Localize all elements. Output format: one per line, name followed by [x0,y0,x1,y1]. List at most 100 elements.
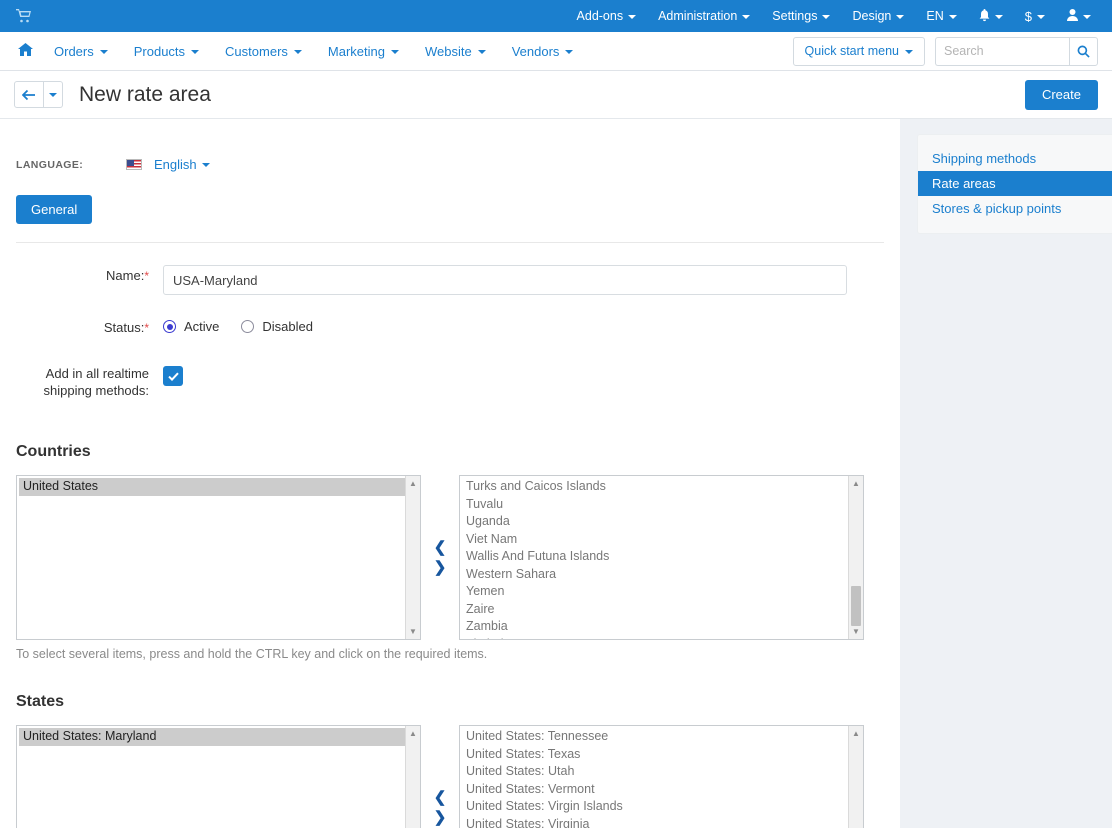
scroll-up-icon[interactable]: ▲ [849,726,863,741]
tab-bar: General [16,195,884,224]
scroll-down-icon[interactable]: ▼ [406,624,420,639]
list-item[interactable]: United States: Maryland [19,728,418,746]
nav-item-orders[interactable]: Orders [41,32,121,71]
home-icon[interactable] [10,43,41,59]
chevron-down-icon [742,14,751,19]
list-item[interactable]: Tuvalu [460,496,863,514]
states-selected-listbox[interactable]: United States: Maryland ▲ ▼ [16,725,421,828]
topbar-currency[interactable]: $ [1014,0,1056,32]
list-item[interactable]: United States: Vermont [460,781,863,799]
bell-icon [979,8,990,24]
search-input[interactable] [935,36,1069,66]
chevron-left-icon[interactable]: ❮ [434,539,447,556]
countries-hint: To select several items, press and hold … [16,647,488,661]
topbar-user-account[interactable] [1056,0,1102,32]
nav-item-products[interactable]: Products [121,32,212,71]
language-label: LANGUAGE: [16,158,84,171]
scroll-up-icon[interactable]: ▲ [849,476,863,491]
back-button-group [14,81,63,108]
nav-item-label: Website [424,43,472,59]
sidebar-item-stores-pickup-points[interactable]: Stores & pickup points [918,196,1112,221]
realtime-label: Add in all realtime shipping methods: [43,366,149,398]
chevron-down-icon [905,49,913,54]
scroll-up-icon[interactable]: ▲ [406,476,420,491]
topbar-menu-addons[interactable]: Add-ons [566,0,648,32]
states-selected-scrollbar[interactable]: ▲ ▼ [405,726,420,828]
countries-available-listbox[interactable]: Turks and Caicos Islands Tuvalu Uganda V… [459,475,864,640]
topbar-menu-administration[interactable]: Administration [647,0,761,32]
nav-item-marketing[interactable]: Marketing [315,32,412,71]
status-radio-active[interactable] [163,320,176,333]
chevron-down-icon [477,49,486,54]
sidebar-item-shipping-methods[interactable]: Shipping methods [918,146,1112,171]
list-item[interactable]: United States: Utah [460,763,863,781]
countries-selected-scrollbar[interactable]: ▲ ▼ [405,476,420,639]
name-label-text: Name: [106,268,145,283]
list-item[interactable]: Wallis And Futuna Islands [460,548,863,566]
list-item[interactable]: United States: Tennessee [460,728,863,746]
nav-item-vendors[interactable]: Vendors [499,32,587,71]
list-item[interactable]: United States [19,478,418,496]
chevron-down-icon [390,49,399,54]
nav-item-website[interactable]: Website [412,32,499,71]
nav-item-label: Customers [225,43,288,59]
shopping-cart-icon[interactable] [10,9,36,23]
chevron-down-icon [1083,14,1091,19]
top-bar: Add-ons Administration Settings Design E… [0,0,1112,32]
scroll-down-icon[interactable]: ▼ [849,624,863,639]
status-radio-group: Active Disabled [163,317,327,334]
right-column: Shipping methods Rate areas Stores & pic… [900,119,1112,828]
realtime-checkbox[interactable] [163,366,183,386]
countries-available-scrollbar[interactable]: ▲ ▼ [848,476,863,639]
list-item[interactable]: Turks and Caicos Islands [460,478,863,496]
quick-start-menu-button[interactable]: Quick start menu [792,36,925,66]
back-dropdown-button[interactable] [44,81,63,108]
create-button[interactable]: Create [1024,79,1098,110]
chevron-down-icon [293,49,302,54]
tab-general[interactable]: General [16,195,93,224]
chevron-down-icon [99,49,108,54]
language-value: English [154,157,197,172]
required-marker: * [144,321,149,335]
chevron-left-icon[interactable]: ❮ [434,789,447,806]
chevron-right-icon[interactable]: ❯ [434,809,447,826]
scrollbar-thumb[interactable] [851,586,861,626]
countries-transfer-buttons: ❮ ❯ [421,539,459,576]
topbar-notifications[interactable] [968,0,1014,32]
chevron-down-icon [628,14,637,19]
status-radio-active-label[interactable]: Active [184,319,219,334]
list-item[interactable]: United States: Virgin Islands [460,798,863,816]
topbar-menu-language[interactable]: EN [915,0,967,32]
page-title-bar: New rate area Create [0,71,1112,119]
list-item[interactable]: Viet Nam [460,531,863,549]
search-button[interactable] [1069,36,1098,66]
name-input[interactable] [163,265,847,295]
user-account-icon [1067,9,1078,23]
list-item[interactable]: Western Sahara [460,566,863,584]
states-available-scrollbar[interactable]: ▲ ▼ [848,726,863,828]
list-item[interactable]: Uganda [460,513,863,531]
topbar-menu-label: Design [852,9,892,23]
chevron-right-icon[interactable]: ❯ [434,559,447,576]
states-available-listbox[interactable]: United States: Tennessee United States: … [459,725,864,828]
list-item[interactable]: Zimbabwe [460,636,863,640]
topbar-menu-label: Add-ons [576,9,624,23]
sidebar-item-rate-areas[interactable]: Rate areas [918,171,1112,196]
list-item[interactable]: Zambia [460,618,863,636]
status-radio-disabled[interactable] [241,320,255,333]
back-button[interactable] [14,81,44,108]
countries-selected-listbox[interactable]: United States ▲ ▼ [16,475,421,640]
topbar-menu-settings[interactable]: Settings [761,0,841,32]
topbar-menu-design[interactable]: Design [841,0,915,32]
list-item[interactable]: United States: Texas [460,746,863,764]
scroll-up-icon[interactable]: ▲ [406,726,420,741]
list-item[interactable]: United States: Virginia [460,816,863,828]
us-flag-icon [126,159,142,170]
nav-item-customers[interactable]: Customers [212,32,315,71]
list-item[interactable]: Zaire [460,601,863,619]
chevron-down-icon [1037,14,1045,19]
list-item[interactable]: Yemen [460,583,863,601]
status-radio-disabled-label[interactable]: Disabled [262,319,313,334]
countries-picker: United States ▲ ▼ ❮ ❯ Turks and Caicos I… [16,475,884,640]
language-selector[interactable]: English [126,157,210,172]
